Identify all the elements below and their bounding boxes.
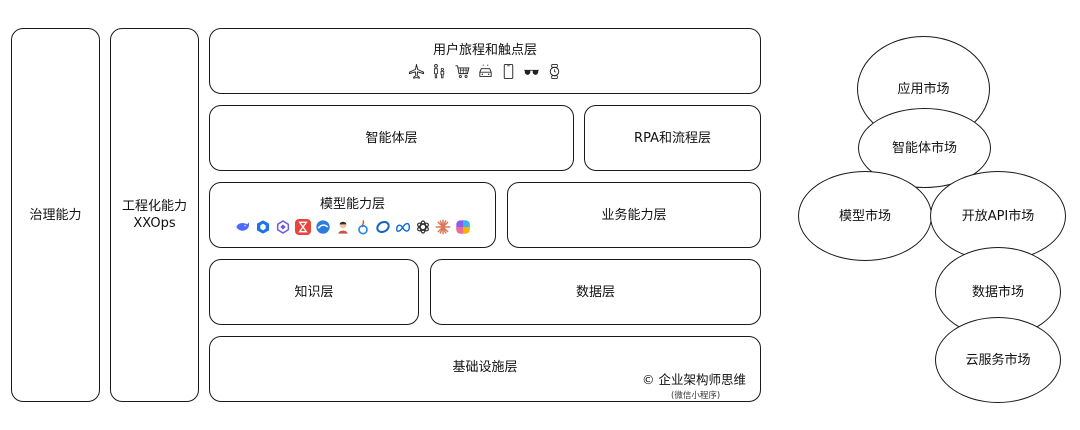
watch-icon [546, 63, 563, 80]
journey-icons [408, 63, 563, 80]
agent-label: 智能体层 [365, 130, 418, 146]
blue-orb-icon [315, 219, 331, 235]
car-icon [477, 63, 494, 80]
agent-market-label: 智能体市场 [891, 140, 957, 156]
agent-layer: 智能体层 [209, 105, 574, 171]
avatar-model-icon [335, 219, 351, 235]
business-label: 业务能力层 [601, 207, 667, 223]
cloud-market-ellipse: 云服务市场 [935, 317, 1061, 403]
sunglasses-icon [523, 63, 540, 80]
data-layer: 数据层 [430, 259, 761, 325]
rpa-label: RPA和流程层 [634, 130, 711, 146]
data-label: 数据层 [575, 284, 615, 300]
knowledge-label: 知识层 [294, 284, 334, 300]
app-market-label: 应用市场 [897, 81, 950, 97]
copilot-icon [455, 219, 471, 235]
ring-model-icon [375, 219, 391, 235]
business-layer: 业务能力层 [507, 182, 761, 248]
journey-label: 用户旅程和触点层 [432, 43, 537, 58]
phone-icon [500, 63, 517, 80]
model-layer: 模型能力层 [209, 182, 496, 248]
hexagon-model-icon [255, 219, 271, 235]
deepseek-icon [235, 219, 251, 235]
governance-label: 治理能力 [29, 207, 82, 223]
knowledge-layer: 知识层 [209, 259, 419, 325]
engineering-sublabel: XXOps [133, 216, 176, 231]
hourglass-model-icon [294, 218, 311, 235]
copyright-subtext: (微信小程序) [671, 391, 721, 401]
model-market-label: 模型市场 [838, 208, 891, 224]
journey-layer: 用户旅程和触点层 [209, 28, 761, 94]
api-market-label: 开放API市场 [961, 208, 1035, 224]
data-market-label: 数据市场 [971, 284, 1024, 300]
cloud-market-label: 云服务市场 [965, 352, 1031, 368]
model-label: 模型能力层 [319, 196, 385, 212]
copyright-text: © 企业架构师思维 [642, 372, 746, 387]
rpa-layer: RPA和流程层 [584, 105, 761, 171]
shopping-cart-icon [454, 63, 471, 80]
meta-icon [395, 219, 411, 235]
openai-icon [415, 219, 431, 235]
family-icon [431, 63, 448, 80]
flame-model-icon [355, 219, 371, 235]
claude-icon [435, 219, 451, 235]
airplane-icon [408, 63, 425, 80]
governance-box: 治理能力 [11, 28, 100, 402]
engineering-label: 工程化能力 [121, 199, 187, 214]
model-market-ellipse: 模型市场 [798, 171, 932, 261]
infra-label: 基础设施层 [452, 359, 518, 375]
spiral-model-icon [275, 219, 291, 235]
model-brand-icons [235, 218, 471, 235]
engineering-box: 工程化能力 XXOps [110, 28, 199, 402]
